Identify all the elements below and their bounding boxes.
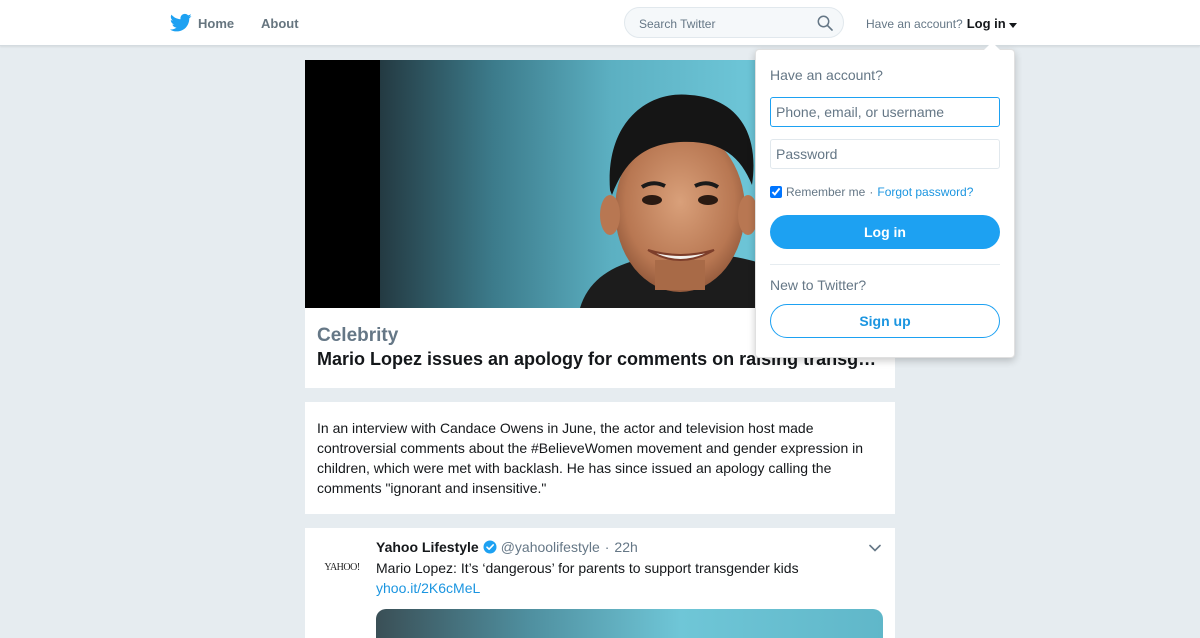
avatar[interactable]: YAHOO! <box>317 542 367 592</box>
tweet-text: Mario Lopez: It’s ‘dangerous’ for parent… <box>376 560 799 576</box>
tweet-link[interactable]: yhoo.it/2K6cMeL <box>376 580 480 596</box>
tweet-separator: · <box>604 539 610 555</box>
caret-down-icon <box>1008 23 1017 28</box>
login-dropdown-heading: Have an account? <box>770 67 883 83</box>
verified-badge-icon <box>483 540 497 554</box>
search-input[interactable] <box>637 14 811 34</box>
signup-button[interactable]: Sign up <box>770 304 1000 338</box>
search-icon[interactable] <box>817 15 833 31</box>
username-field[interactable] <box>770 97 1000 127</box>
moment-category: Celebrity <box>317 325 399 346</box>
tweet-card[interactable]: YAHOO! Yahoo Lifestyle @yahoolifestyle ·… <box>305 528 895 638</box>
remember-separator: · <box>869 185 874 199</box>
new-to-twitter-text: New to Twitter? <box>770 277 867 293</box>
dropdown-arrow <box>984 42 1000 50</box>
nav-home-link[interactable]: Home <box>170 13 234 33</box>
tweet-author-handle[interactable]: @yahoolifestyle <box>501 539 600 555</box>
account-area: Have an account? Log in <box>866 16 1017 31</box>
chevron-down-icon[interactable] <box>869 544 881 552</box>
remember-row: Remember me · Forgot password? <box>770 185 973 199</box>
nav-about-link[interactable]: About <box>261 16 299 31</box>
remember-me-checkbox[interactable] <box>770 186 782 198</box>
nav-home-label: Home <box>198 15 235 31</box>
moment-summary-card: In an interview with Candace Owens in Ju… <box>305 402 895 514</box>
login-dropdown: Have an account? Remember me · Forgot pa… <box>755 42 1015 358</box>
tweet-media-image[interactable] <box>376 609 883 638</box>
tweet-author-name[interactable]: Yahoo Lifestyle <box>376 539 479 555</box>
dropdown-divider <box>770 264 1000 265</box>
search-box <box>624 7 844 38</box>
tweet-timestamp[interactable]: 22h <box>614 539 637 555</box>
top-nav-bar: Home About Have an account? Log in <box>0 0 1200 46</box>
account-prompt: Have an account? <box>866 16 963 31</box>
login-dropdown-toggle[interactable]: Log in <box>967 16 1017 31</box>
twitter-bird-icon <box>170 13 192 32</box>
remember-me-label[interactable]: Remember me <box>786 185 865 199</box>
login-button[interactable]: Log in <box>770 215 1000 249</box>
moment-summary-text: In an interview with Candace Owens in Ju… <box>317 420 864 496</box>
password-field[interactable] <box>770 139 1000 169</box>
login-toggle-label: Log in <box>966 16 1006 31</box>
tweet-header: Yahoo Lifestyle @yahoolifestyle · 22h <box>376 539 638 555</box>
forgot-password-link[interactable]: Forgot password? <box>877 185 973 199</box>
